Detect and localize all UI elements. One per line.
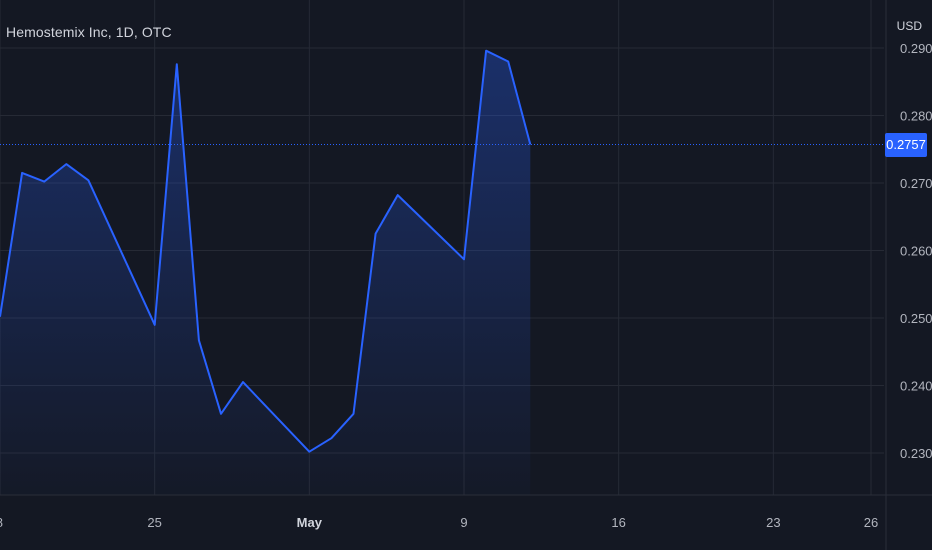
x-tick-label: 25 [147, 515, 161, 530]
y-tick-label: 0.2300 [900, 446, 932, 461]
x-tick-label: May [297, 515, 323, 530]
series-area-fill [0, 50, 531, 495]
currency-label[interactable]: USD [897, 19, 922, 33]
y-tick-label: 0.2600 [900, 244, 932, 259]
y-tick-label: 0.2500 [900, 311, 932, 326]
y-tick-label: 0.2800 [900, 109, 932, 124]
y-tick-label: 0.2900 [900, 41, 932, 56]
x-tick-label: 9 [460, 515, 467, 530]
x-tick-label: 16 [611, 515, 625, 530]
last-price-label: 0.2757 [885, 132, 927, 157]
x-tick-label: 23 [766, 515, 780, 530]
x-tick-label: 18 [0, 515, 3, 530]
y-tick-label: 0.2700 [900, 176, 932, 191]
price-chart[interactable]: 0.2300 0.2400 0.2500 0.2600 0.2700 0.2800 0.29… [0, 0, 932, 550]
x-tick-label: 26 [864, 515, 878, 530]
chart-area[interactable]: 0.2300 0.2400 0.2500 0.2600 0.2700 0.2800 0.29… [0, 0, 932, 550]
chart-title: Hemostemix Inc, 1D, OTC [6, 24, 172, 40]
y-tick-label: 0.2400 [900, 379, 932, 394]
